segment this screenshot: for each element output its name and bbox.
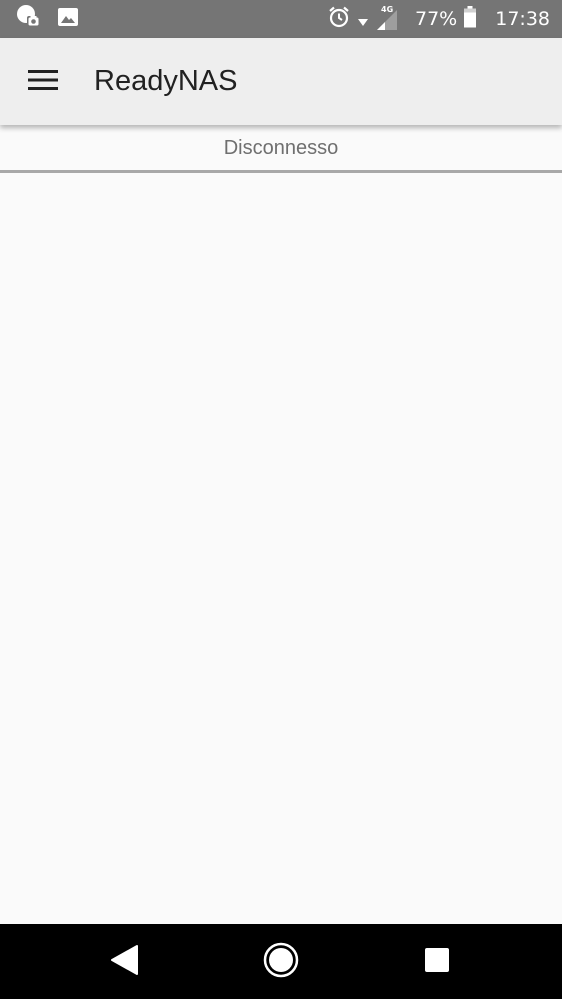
alarm-icon	[327, 5, 351, 34]
battery-percent: 77%	[415, 8, 458, 30]
main-content	[0, 173, 562, 924]
app-title: ReadyNAS	[94, 65, 238, 97]
camera-notification-icon	[14, 3, 42, 36]
navigation-bar	[0, 924, 562, 999]
status-bar: 4G 77% 17:38	[0, 0, 562, 38]
app-bar: ReadyNAS	[0, 38, 562, 125]
hamburger-menu-icon	[27, 69, 59, 96]
system-icons: 4G 77% 17:38	[327, 5, 550, 33]
notification-icons	[14, 3, 80, 36]
image-notification-icon	[56, 5, 80, 34]
back-icon	[109, 944, 139, 981]
clock: 17:38	[495, 8, 550, 30]
signal-icon: 4G	[375, 5, 401, 33]
home-icon	[261, 940, 301, 985]
battery-icon	[463, 5, 477, 34]
recents-button[interactable]	[415, 940, 459, 984]
wifi-icon	[357, 5, 369, 34]
back-button[interactable]	[102, 940, 146, 984]
recents-icon	[424, 947, 450, 978]
connection-status-text: Disconnesso	[223, 137, 339, 159]
menu-button[interactable]	[18, 59, 68, 105]
home-button[interactable]	[259, 940, 303, 984]
